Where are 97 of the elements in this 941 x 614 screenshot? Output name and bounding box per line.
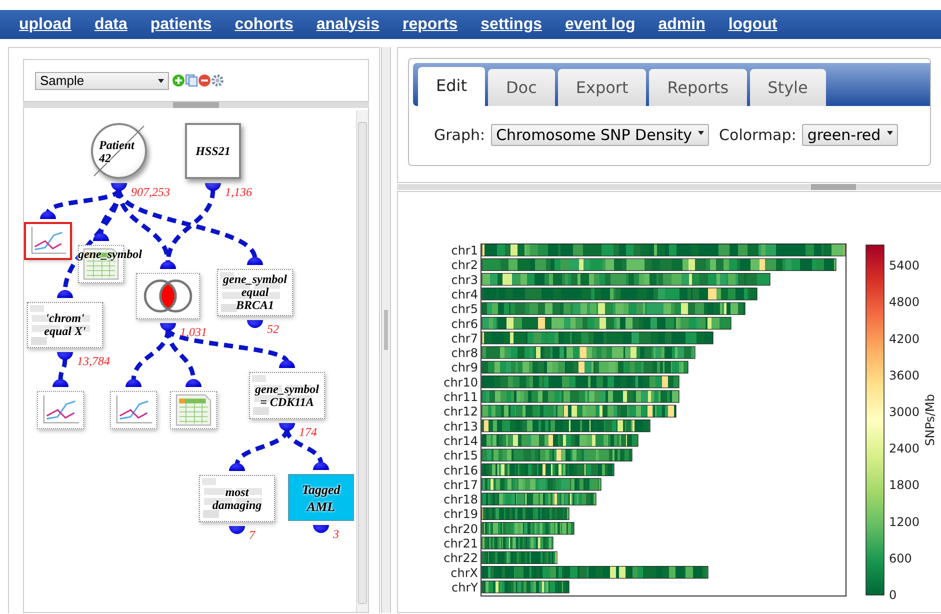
- scale-tick-label: 3600: [889, 368, 920, 382]
- sample-select[interactable]: Sample: [35, 72, 169, 90]
- copy-icon[interactable]: [185, 74, 198, 87]
- chromosome-label: chr5: [451, 302, 478, 316]
- dashed-connector: [284, 428, 324, 464]
- row-count: 174: [299, 425, 317, 440]
- chromosome-label: chr18: [444, 492, 478, 507]
- node-label: 'chrom' equal X': [43, 312, 87, 338]
- scale-tick-label: 1800: [889, 478, 920, 492]
- scale-tick-label: 3000: [889, 405, 920, 419]
- scale-tick-label: 4800: [889, 295, 920, 310]
- chromosome-label: chr22: [444, 551, 478, 566]
- tab[interactable]: Edit: [418, 67, 485, 106]
- node-label: gene_symbol = CDK11A: [254, 382, 320, 408]
- dashed-connector: [58, 358, 68, 382]
- nav-link[interactable]: analysis: [316, 16, 380, 34]
- chromosome-label: chrX: [450, 566, 478, 580]
- field-label: Graph:: [434, 126, 486, 144]
- tab[interactable]: Export: [558, 69, 646, 106]
- chromosome-density-bar: [482, 536, 554, 550]
- node-label: most damaging: [211, 486, 263, 512]
- row-count: 1,031: [180, 325, 207, 340]
- nav-link[interactable]: upload: [19, 16, 72, 34]
- chromosome-label: chr4: [451, 287, 478, 302]
- tag-node[interactable]: Tagged AML: [288, 474, 354, 521]
- chart-node[interactable]: [37, 391, 84, 429]
- chromosome-label: chr1: [451, 244, 478, 258]
- row-count: 1,136: [225, 185, 252, 200]
- node-label: Tagged AML: [300, 480, 342, 514]
- row-count: 907,253: [131, 185, 170, 200]
- nav-link[interactable]: admin: [658, 16, 706, 34]
- chromosome-label: chr11: [444, 390, 478, 404]
- row-count: 7: [249, 528, 255, 543]
- row-count: 13,784: [77, 354, 110, 369]
- scale-tick-label: 5400: [889, 258, 920, 273]
- add-icon[interactable]: [172, 74, 185, 87]
- chromosome-label: chr15: [444, 448, 478, 463]
- chromosome-label: chr17: [444, 478, 478, 492]
- chromosome-label: chr19: [444, 507, 478, 522]
- field-label: Colormap:: [719, 126, 796, 144]
- chromosome-label: chr10: [444, 375, 478, 390]
- node-label: HSS21: [196, 144, 230, 158]
- slash-icon: [93, 125, 145, 177]
- chromosome-label: chr16: [444, 463, 478, 478]
- nav-link[interactable]: reports: [402, 16, 458, 34]
- scale-tick-label: 600: [889, 551, 912, 566]
- splitter-handle[interactable]: [173, 102, 220, 108]
- nav-link[interactable]: event log: [564, 16, 636, 34]
- nav-link[interactable]: logout: [728, 16, 778, 34]
- remove-icon[interactable]: [198, 74, 211, 87]
- filter-node[interactable]: 'chrom' equal X': [27, 302, 103, 348]
- filter-node[interactable]: most damaging: [199, 475, 275, 522]
- scale-title: SNPs/Mb: [923, 394, 937, 446]
- node-label: gene_symbol: [78, 248, 142, 261]
- dashed-connector: [234, 428, 290, 466]
- table-node[interactable]: [170, 391, 217, 429]
- settings-icon[interactable]: [211, 74, 224, 87]
- caret-icon: [158, 78, 164, 82]
- chromosome-label: chr13: [444, 419, 478, 434]
- caret-icon: [698, 131, 704, 135]
- chromosome-label: chr2: [451, 258, 478, 272]
- nav-link[interactable]: data: [94, 16, 128, 34]
- nav-link[interactable]: patients: [150, 16, 212, 34]
- scrollbar[interactable]: [356, 110, 368, 612]
- graph-select[interactable]: Chromosome SNP Density: [491, 124, 710, 146]
- row-count: 3: [333, 527, 339, 542]
- chromosome-label: chr6: [451, 316, 478, 331]
- sample-node[interactable]: HSS21: [185, 123, 241, 179]
- scale-tick-label: 1200: [889, 514, 920, 529]
- nav-link[interactable]: settings: [480, 16, 542, 34]
- chromosome-label: chr9: [451, 360, 478, 375]
- chromosome-label: chr20: [444, 522, 478, 536]
- tab[interactable]: Doc: [488, 69, 555, 106]
- chart-node[interactable]: [25, 223, 71, 259]
- filter-node[interactable]: gene_symbol = CDK11A: [249, 372, 325, 419]
- venn-node[interactable]: [136, 273, 200, 319]
- chromosome-label: chr3: [451, 272, 478, 287]
- scale-tick-label: 0: [889, 588, 897, 602]
- chart-node[interactable]: [110, 391, 157, 429]
- patient-node[interactable]: Patient 42: [91, 123, 147, 179]
- splitter-handle[interactable]: [811, 184, 856, 190]
- chromosome-label: chrY: [452, 580, 478, 594]
- node-label: Patient 42: [99, 139, 136, 165]
- chromosome-label: chr14: [444, 434, 478, 448]
- row-count: 52: [267, 322, 279, 337]
- splitter-handle[interactable]: [384, 310, 388, 350]
- chromosome-label: chr8: [451, 346, 478, 360]
- chromosome-label: chr12: [444, 404, 478, 419]
- chromosome-label: chr21: [444, 536, 478, 550]
- nav-link[interactable]: cohorts: [234, 16, 294, 34]
- scale-tick-label: 2400: [889, 442, 920, 456]
- colormap-select[interactable]: green-red: [802, 124, 898, 146]
- tab[interactable]: Style: [750, 69, 826, 106]
- scale-tick-label: 4200: [889, 332, 920, 346]
- tab[interactable]: Reports: [649, 69, 747, 106]
- chromosome-label: chr7: [451, 331, 478, 346]
- caret-icon: [886, 131, 893, 135]
